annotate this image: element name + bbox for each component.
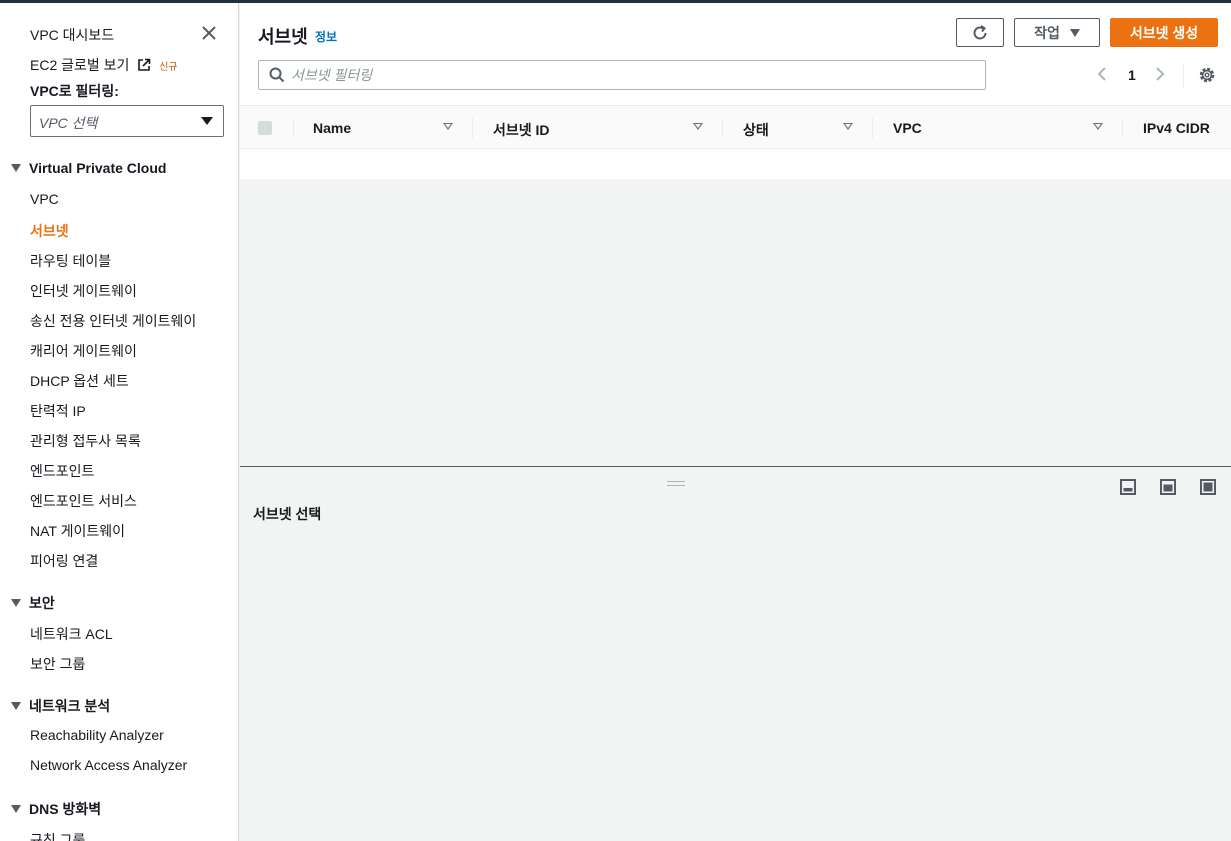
split-panel-title: 서브넷 선택 — [253, 506, 322, 522]
filter-search[interactable] — [258, 60, 986, 90]
create-subnet-button[interactable]: 서브넷 생성 — [1110, 18, 1218, 47]
column-divider — [722, 118, 723, 138]
select-all-checkbox[interactable] — [258, 121, 272, 135]
sort-icon[interactable] — [843, 123, 853, 130]
sidebar-item-endpoints[interactable]: 엔드포인트 — [30, 461, 94, 481]
sidebar-item-egress-only-igw[interactable]: 송신 전용 인터넷 게이트웨이 — [30, 311, 196, 331]
panel-full-icon[interactable] — [1200, 479, 1216, 495]
gear-icon[interactable] — [1198, 66, 1216, 84]
ec2-global-label[interactable]: EC2 글로벌 보기 — [30, 57, 129, 73]
sidebar-item-elastic-ip[interactable]: 탄력적 IP — [30, 401, 86, 421]
sidebar-item-dhcp-options[interactable]: DHCP 옵션 세트 — [30, 371, 129, 391]
table-header: Name 서브넷 ID 상태 VPC IPv4 CIDR — [240, 105, 1231, 149]
search-icon — [269, 67, 285, 83]
sidebar-item-peering[interactable]: 피어링 연결 — [30, 551, 98, 571]
sidebar: VPC 대시보드 EC2 글로벌 보기 신규 VPC로 필터링: VPC 선택 … — [0, 3, 239, 841]
sidebar-item-subnets[interactable]: 서브넷 — [30, 221, 69, 241]
sidebar-item-dashboard[interactable]: VPC 대시보드 — [30, 25, 114, 45]
section-title: Virtual Private Cloud — [29, 160, 167, 176]
column-header-vpc[interactable]: VPC — [893, 120, 922, 136]
panel-side-icon[interactable] — [1160, 479, 1176, 495]
column-header-name[interactable]: Name — [313, 120, 351, 136]
sidebar-item-nat-gateways[interactable]: NAT 게이트웨이 — [30, 521, 125, 541]
actions-button[interactable]: 작업 — [1014, 18, 1100, 47]
external-link-icon — [138, 58, 151, 71]
sidebar-item-prefix-lists[interactable]: 관리형 접두사 목록 — [30, 431, 141, 451]
sidebar-item-network-acl[interactable]: 네트워크 ACL — [30, 624, 113, 644]
caret-down-icon — [11, 164, 21, 172]
chevron-left-icon[interactable] — [1096, 66, 1108, 82]
page-number[interactable]: 1 — [1128, 67, 1136, 83]
search-input[interactable] — [291, 65, 971, 85]
caret-down-icon — [201, 117, 213, 125]
subnets-table-container: 서브넷 정보 작업 서브넷 생성 1 Name 서 — [240, 3, 1231, 179]
sidebar-item-reachability-analyzer[interactable]: Reachability Analyzer — [30, 727, 164, 743]
caret-down-icon — [11, 702, 21, 710]
sidebar-item-rule-groups[interactable]: 규칙 그룹 — [30, 830, 85, 841]
column-divider — [1122, 118, 1123, 138]
chevron-right-icon[interactable] — [1154, 66, 1166, 82]
vpc-select[interactable]: VPC 선택 — [30, 105, 224, 137]
split-panel: 서브넷 선택 — [240, 466, 1231, 841]
close-icon[interactable] — [200, 24, 218, 42]
sidebar-item-internet-gateways[interactable]: 인터넷 게이트웨이 — [30, 281, 137, 301]
section-dns-firewall[interactable]: DNS 방화벽 — [11, 799, 101, 819]
column-header-state[interactable]: 상태 — [743, 120, 769, 140]
sidebar-item-security-groups[interactable]: 보안 그룹 — [30, 654, 85, 674]
actions-label: 작업 — [1034, 24, 1060, 41]
section-network-analysis[interactable]: 네트워크 분석 — [11, 696, 110, 716]
divider — [1183, 63, 1184, 89]
sidebar-item-carrier-gateways[interactable]: 캐리어 게이트웨이 — [30, 341, 137, 361]
column-divider — [293, 118, 294, 138]
section-title: 네트워크 분석 — [29, 698, 111, 714]
sidebar-item-vpc[interactable]: VPC — [30, 191, 59, 207]
resize-handle[interactable] — [667, 481, 685, 486]
section-title: 보안 — [29, 595, 55, 611]
section-virtual-private-cloud[interactable]: Virtual Private Cloud — [11, 160, 166, 176]
sort-icon[interactable] — [443, 123, 453, 130]
info-link[interactable]: 정보 — [315, 28, 337, 45]
new-badge: 신규 — [159, 62, 178, 73]
caret-down-icon — [1069, 28, 1080, 37]
column-header-subnet-id[interactable]: 서브넷 ID — [493, 120, 550, 140]
create-subnet-label: 서브넷 생성 — [1129, 24, 1199, 41]
section-title: DNS 방화벽 — [29, 801, 102, 817]
column-divider — [472, 118, 473, 138]
caret-down-icon — [11, 805, 21, 813]
panel-bottom-icon[interactable] — [1120, 479, 1136, 495]
section-security[interactable]: 보안 — [11, 593, 55, 613]
refresh-button[interactable] — [956, 18, 1004, 47]
vpc-filter-label: VPC로 필터링: — [30, 83, 119, 99]
sidebar-item-network-access-analyzer[interactable]: Network Access Analyzer — [30, 757, 187, 773]
vpc-select-value: VPC 선택 — [39, 115, 98, 131]
sidebar-item-route-tables[interactable]: 라우팅 테이블 — [30, 251, 111, 271]
refresh-icon — [973, 24, 987, 39]
sort-icon[interactable] — [1093, 123, 1103, 130]
column-header-ipv4-cidr[interactable]: IPv4 CIDR — [1143, 120, 1210, 136]
sort-icon[interactable] — [693, 123, 703, 130]
sidebar-item-ec2-global[interactable]: EC2 글로벌 보기 신규 — [30, 55, 178, 75]
page-title: 서브넷 — [258, 27, 308, 47]
caret-down-icon — [11, 599, 21, 607]
column-divider — [872, 118, 873, 138]
sidebar-item-endpoint-services[interactable]: 엔드포인트 서비스 — [30, 491, 137, 511]
